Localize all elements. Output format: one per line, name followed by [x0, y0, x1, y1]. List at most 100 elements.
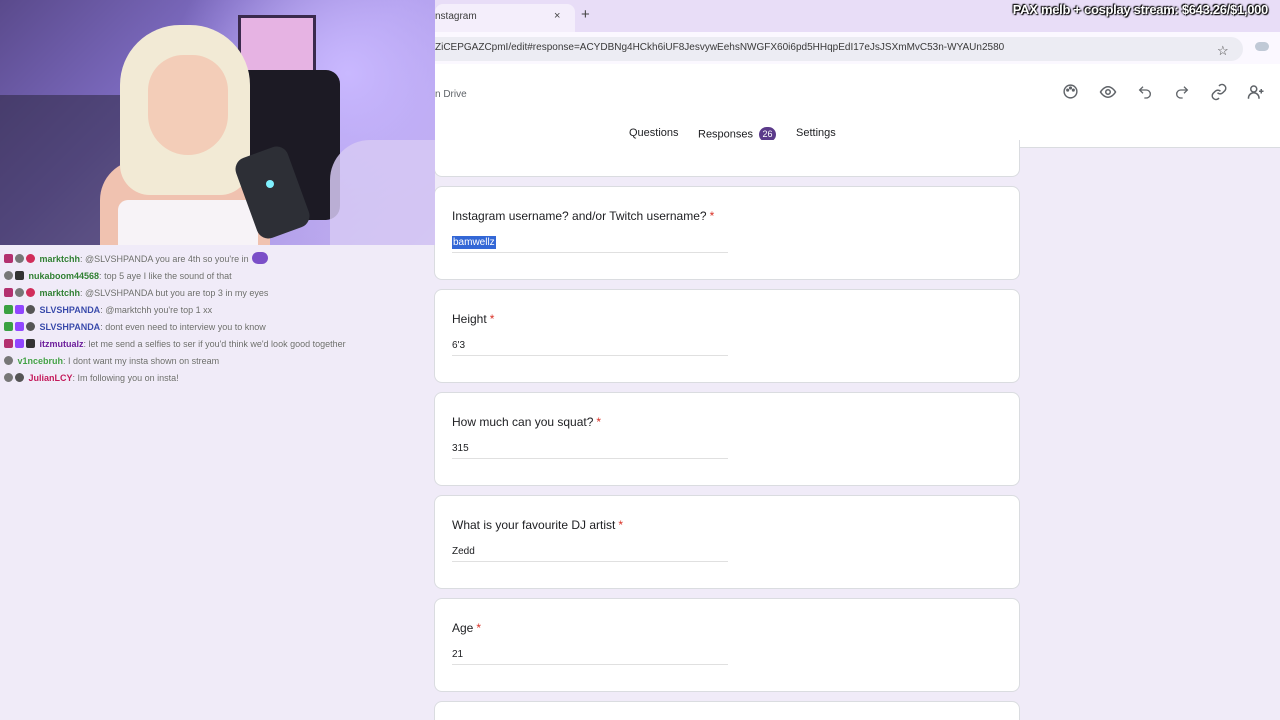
prime-badge-icon — [15, 322, 24, 331]
add-collaborator-icon[interactable] — [1246, 82, 1265, 101]
mod-badge-icon — [4, 305, 13, 314]
answer-text: 315 — [452, 443, 469, 454]
verified-badge-icon — [4, 356, 13, 365]
required-marker: * — [476, 621, 482, 635]
verified-badge-icon — [4, 373, 13, 382]
sub-badge-icon — [4, 288, 13, 297]
gear-badge-icon — [15, 373, 24, 382]
answer-text: 6'3 — [452, 340, 466, 351]
heart-badge-icon — [26, 288, 35, 297]
required-marker: * — [618, 518, 624, 532]
question-card-instagram: Instagram username? and/or Twitch userna… — [434, 186, 1020, 280]
chat-message: itzmutualz: let me send a selfies to ser… — [0, 336, 435, 353]
prime-badge-icon — [15, 305, 24, 314]
answer-text: Zedd — [452, 546, 475, 557]
question-card-age: Age * 21 — [434, 598, 1020, 692]
chat-username: JulianLCY — [28, 373, 73, 383]
tier-badge-icon — [26, 339, 35, 348]
link-icon[interactable] — [1209, 82, 1228, 101]
close-tab-icon[interactable]: × — [554, 10, 560, 22]
chat-text: @marktchh you're top 1 xx — [105, 305, 213, 315]
verified-badge-icon — [15, 254, 24, 263]
palette-icon[interactable] — [1061, 82, 1080, 101]
required-marker: * — [489, 312, 495, 326]
chat-text: @SLVSHPANDA you are 4th so you're in — [85, 254, 249, 264]
address-bar: ZiCEPGAZCpmI/edit#response=ACYDBNg4HCkh6… — [435, 32, 1280, 64]
question-text: Height * — [452, 312, 495, 326]
preview-eye-icon[interactable] — [1098, 82, 1117, 101]
chat-text: dont even need to interview you to know — [105, 322, 266, 332]
answer-field[interactable]: 315 — [452, 441, 728, 459]
chat-username: marktchh — [39, 288, 81, 298]
chat-message: v1ncebruh: I dont want my insta shown on… — [0, 353, 435, 370]
form-header: n Drive Questions Responses 26 Settings — [435, 64, 1280, 148]
chat-message: marktchh: @SLVSHPANDA but you are top 3 … — [0, 285, 435, 302]
sub-badge-icon — [4, 339, 13, 348]
question-card-dj: What is your favourite DJ artist * Zedd — [434, 495, 1020, 589]
next-card — [434, 701, 1020, 720]
question-card-squat: How much can you squat? * 315 — [434, 392, 1020, 486]
chat-username: nukaboom44568 — [28, 271, 100, 281]
header-toolbar — [1061, 82, 1265, 101]
cloud-icon[interactable] — [1255, 42, 1269, 51]
question-text: How much can you squat? * — [452, 415, 602, 429]
redo-icon[interactable] — [1172, 82, 1191, 101]
chat-overlay: marktchh: @SLVSHPANDA you are 4th so you… — [0, 250, 435, 387]
tab-settings[interactable]: Settings — [796, 127, 836, 139]
answer-field[interactable]: bamwellz — [452, 235, 728, 253]
drive-status-text: n Drive — [435, 89, 467, 100]
tier-badge-icon — [15, 271, 24, 280]
browser-tab[interactable]: nstagram × — [435, 4, 575, 32]
question-text: Instagram username? and/or Twitch userna… — [452, 209, 715, 223]
webcam-person-top — [118, 200, 258, 245]
answer-text: 21 — [452, 649, 464, 660]
webcam-person-face — [148, 55, 228, 155]
chat-message: JulianLCY: Im following you on insta! — [0, 370, 435, 387]
sub-badge-icon — [4, 254, 13, 263]
purple-heart-emote-icon — [251, 252, 268, 264]
chat-username: SLVSHPANDA — [39, 322, 101, 332]
answer-text-selected: bamwellz — [452, 236, 496, 249]
answer-field[interactable]: 21 — [452, 647, 728, 665]
bookmark-star-icon[interactable]: ☆ — [1217, 43, 1229, 59]
chat-text: @SLVSHPANDA but you are top 3 in my eyes — [85, 288, 269, 298]
webcam-feed — [0, 0, 435, 245]
chat-message: SLVSHPANDA: dont even need to interview … — [0, 319, 435, 336]
browser-tab-title: nstagram — [435, 11, 477, 22]
tab-questions[interactable]: Questions — [629, 127, 679, 139]
chat-text: I dont want my insta shown on stream — [68, 356, 220, 366]
webcam-blanket — [330, 140, 435, 245]
url-field[interactable]: ZiCEPGAZCpmI/edit#response=ACYDBNg4HCkh6… — [435, 37, 1243, 61]
undo-icon[interactable] — [1135, 82, 1154, 101]
answer-field[interactable]: 6'3 — [452, 338, 728, 356]
chat-username: v1ncebruh — [17, 356, 64, 366]
tab-responses-label: Responses — [698, 128, 754, 141]
chat-text: Im following you on insta! — [77, 373, 179, 383]
gear-badge-icon — [26, 305, 35, 314]
stream-goal-overlay: PAX melb + cosplay stream: $643.26/$1,00… — [1012, 2, 1269, 17]
verified-badge-icon — [4, 271, 13, 280]
webcam-poster — [238, 15, 316, 77]
chat-message: nukaboom44568: top 5 aye I like the soun… — [0, 268, 435, 285]
chat-text: let me send a selfies to ser if you'd th… — [88, 339, 346, 349]
question-text: What is your favourite DJ artist * — [452, 518, 624, 532]
previous-card — [434, 140, 1020, 177]
verified-badge-icon — [15, 288, 24, 297]
new-tab-button[interactable]: + — [581, 6, 590, 23]
prime-badge-icon — [15, 339, 24, 348]
question-card-height: Height * 6'3 — [434, 289, 1020, 383]
chat-text: top 5 aye I like the sound of that — [104, 271, 232, 281]
chat-username: marktchh — [39, 254, 81, 264]
chat-message: marktchh: @SLVSHPANDA you are 4th so you… — [0, 250, 435, 268]
chat-username: SLVSHPANDA — [39, 305, 101, 315]
required-marker: * — [596, 415, 602, 429]
chat-message: SLVSHPANDA: @marktchh you're top 1 xx — [0, 302, 435, 319]
heart-badge-icon — [26, 254, 35, 263]
mod-badge-icon — [4, 322, 13, 331]
url-text: ZiCEPGAZCpmI/edit#response=ACYDBNg4HCkh6… — [435, 42, 1005, 53]
chat-username: itzmutualz — [39, 339, 84, 349]
gear-badge-icon — [26, 322, 35, 331]
question-text: Age * — [452, 621, 482, 635]
webcam-mic-light — [266, 180, 274, 188]
answer-field[interactable]: Zedd — [452, 544, 728, 562]
